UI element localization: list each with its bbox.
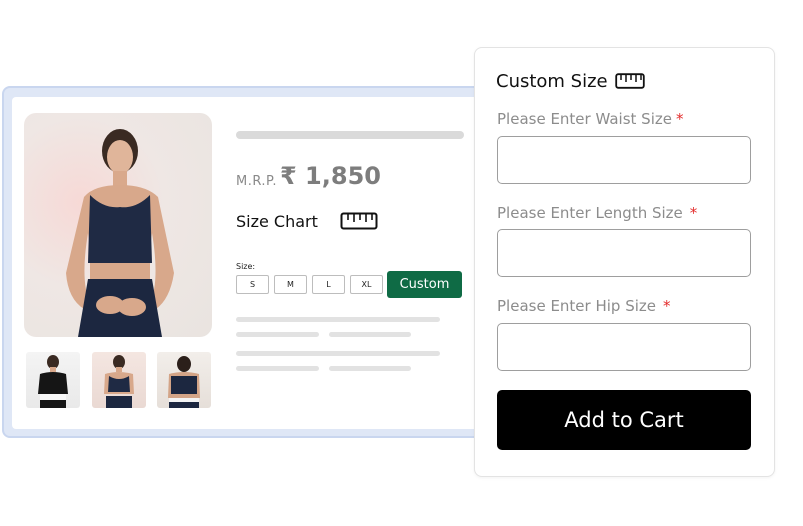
size-option-m[interactable]: M [274, 275, 307, 294]
product-title-placeholder [236, 131, 464, 139]
product-thumbnail[interactable] [92, 352, 146, 408]
description-placeholder [329, 366, 411, 371]
model-illustration [66, 129, 174, 337]
product-main-image[interactable] [24, 113, 212, 337]
custom-size-button[interactable]: Custom [387, 271, 462, 298]
custom-size-title: Custom Size [496, 71, 608, 92]
hip-size-label-text: Please Enter Hip Size [497, 297, 657, 315]
waist-size-label-text: Please Enter Waist Size [497, 110, 672, 128]
description-placeholder [236, 366, 319, 371]
add-to-cart-button[interactable]: Add to Cart [497, 390, 751, 450]
size-option-l[interactable]: L [312, 275, 345, 294]
length-size-label: Please Enter Length Size * [497, 204, 697, 222]
product-thumbnail[interactable] [26, 352, 80, 408]
length-size-input[interactable] [497, 229, 751, 277]
description-placeholder [236, 332, 319, 337]
length-size-label-text: Please Enter Length Size [497, 204, 683, 222]
ruler-icon [615, 73, 645, 89]
waist-size-label: Please Enter Waist Size * [497, 110, 683, 128]
required-mark: * [675, 110, 684, 128]
description-placeholder [236, 351, 440, 356]
thumbnail-side-image [104, 355, 134, 408]
required-mark: * [663, 297, 671, 315]
thumbnail-front-image [38, 355, 68, 408]
hip-size-label: Please Enter Hip Size * [497, 297, 671, 315]
size-chart-link[interactable]: Size Chart [236, 212, 318, 231]
thumbnail-back-image [168, 356, 200, 408]
waist-size-input[interactable] [497, 136, 751, 184]
description-placeholder [236, 317, 440, 322]
product-price: ₹ 1,850 [280, 162, 381, 190]
ruler-icon[interactable] [340, 212, 378, 230]
product-thumbnail[interactable] [157, 352, 211, 408]
size-label: Size: [236, 262, 256, 271]
description-placeholder [329, 332, 411, 337]
mrp-label: M.R.P. [236, 174, 277, 189]
size-option-xl[interactable]: XL [350, 275, 383, 294]
required-mark: * [689, 204, 698, 222]
hip-size-input[interactable] [497, 323, 751, 371]
size-option-s[interactable]: S [236, 275, 269, 294]
